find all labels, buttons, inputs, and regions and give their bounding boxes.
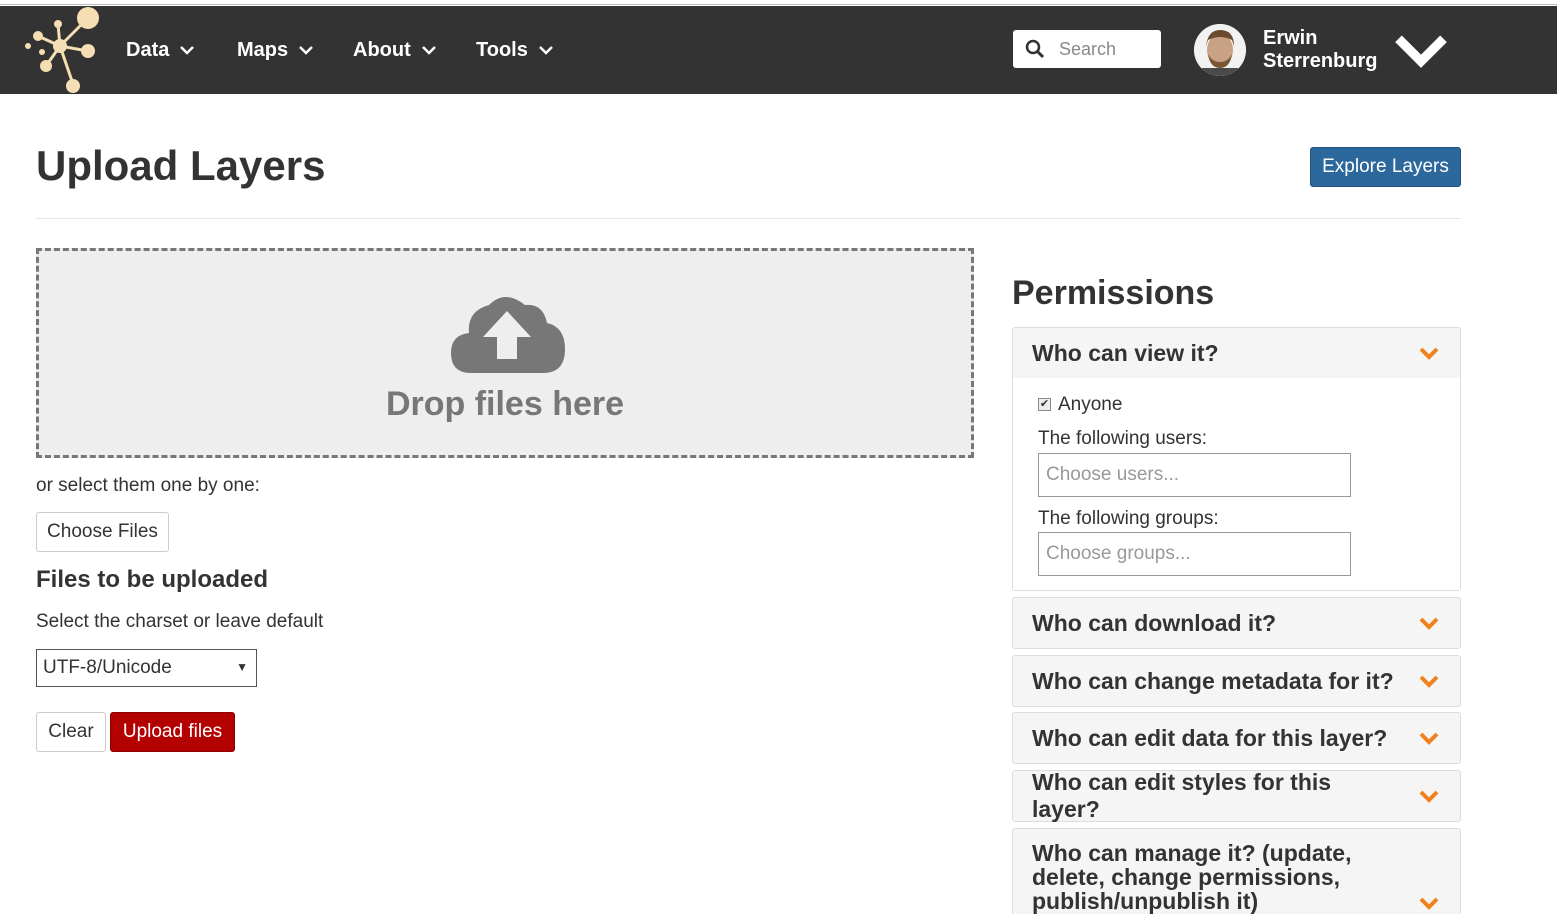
- explore-layers-button[interactable]: Explore Layers: [1310, 147, 1461, 187]
- search-input[interactable]: [1057, 37, 1157, 61]
- panel-heading-view[interactable]: Who can view it?: [1013, 328, 1460, 378]
- anyone-checkbox[interactable]: ✔: [1038, 398, 1051, 411]
- chevron-down-icon: [1395, 35, 1448, 68]
- permissions-title: Permissions: [1012, 274, 1215, 312]
- following-groups-label: The following groups:: [1038, 508, 1219, 529]
- nav-about-menu[interactable]: About: [353, 34, 437, 66]
- search-box: [1013, 30, 1161, 68]
- panel-title-download: Who can download it?: [1032, 609, 1277, 636]
- cloud-upload-icon: [451, 297, 565, 373]
- permission-panel-edit-styles: Who can edit styles for this layer?: [1012, 769, 1461, 822]
- select-one-by-one-hint: or select them one by one:: [36, 475, 260, 496]
- nav-maps-menu[interactable]: Maps: [237, 34, 314, 66]
- following-users-label: The following users:: [1038, 428, 1207, 449]
- nav-tools-menu[interactable]: Tools: [476, 34, 554, 66]
- header-divider: [36, 218, 1461, 219]
- user-menu[interactable]: Erwin Sterrenburg: [1263, 27, 1451, 72]
- chevron-down-icon: [1419, 617, 1439, 630]
- chevron-down-icon: [299, 46, 314, 55]
- search-icon: [1025, 39, 1045, 59]
- panel-title-edit-styles: Who can edit styles for this layer?: [1032, 769, 1332, 822]
- chevron-down-icon: [180, 46, 195, 55]
- site-logo[interactable]: [18, 6, 108, 94]
- user-name-label: Erwin Sterrenburg: [1263, 27, 1378, 72]
- panel-title-manage: Who can manage it? (update, delete, chan…: [1032, 840, 1352, 914]
- nav-maps-label: Maps: [237, 38, 289, 61]
- nav-about-label: About: [353, 38, 411, 61]
- chevron-down-icon: [1419, 347, 1439, 360]
- upload-files-button[interactable]: Upload files: [110, 712, 235, 752]
- nav-data-menu[interactable]: Data: [126, 34, 195, 66]
- navbar: Data Maps About Tools Erwin Sterrenburg: [0, 6, 1557, 94]
- nav-data-label: Data: [126, 38, 170, 61]
- chevron-down-icon: [1419, 675, 1439, 688]
- charset-selected-value: UTF-8/Unicode: [43, 657, 172, 678]
- permission-panel-manage: Who can manage it? (update, delete, chan…: [1012, 828, 1461, 914]
- clear-button[interactable]: Clear: [36, 712, 106, 752]
- panel-heading-download[interactable]: Who can download it?: [1013, 598, 1460, 648]
- panel-heading-edit-data[interactable]: Who can edit data for this layer?: [1013, 713, 1460, 763]
- panel-heading-metadata[interactable]: Who can change metadata for it?: [1013, 656, 1460, 706]
- panel-title-edit-data: Who can edit data for this layer?: [1032, 724, 1388, 751]
- choose-files-button[interactable]: Choose Files: [36, 512, 169, 552]
- charset-select[interactable]: UTF-8/Unicode ▼: [36, 649, 257, 687]
- panel-title-metadata: Who can change metadata for it?: [1032, 667, 1394, 694]
- chevron-down-icon: [538, 46, 553, 55]
- dropdown-arrow-icon: ▼: [236, 660, 248, 674]
- drop-files-text: Drop files here: [385, 385, 625, 423]
- charset-hint: Select the charset or leave default: [36, 611, 324, 632]
- user-avatar[interactable]: [1194, 24, 1246, 76]
- permission-panel-download: Who can download it?: [1012, 597, 1461, 649]
- chevron-down-icon: [1419, 732, 1439, 745]
- nav-tools-label: Tools: [476, 38, 528, 61]
- panel-heading-edit-styles[interactable]: Who can edit styles for this layer?: [1013, 769, 1460, 822]
- chevron-down-icon: [1419, 897, 1439, 910]
- permission-panel-view: Who can view it? ✔ Anyone The following …: [1012, 327, 1461, 591]
- top-border: [0, 0, 1557, 5]
- chevron-down-icon: [1419, 790, 1439, 803]
- choose-users-input[interactable]: [1038, 453, 1351, 497]
- permission-panel-edit-data: Who can edit data for this layer?: [1012, 712, 1461, 764]
- panel-title-view: Who can view it?: [1032, 339, 1219, 366]
- permission-panel-metadata: Who can change metadata for it?: [1012, 655, 1461, 707]
- choose-groups-input[interactable]: [1038, 532, 1351, 576]
- chevron-down-icon: [421, 46, 436, 55]
- file-dropzone[interactable]: Drop files here: [36, 248, 974, 458]
- files-to-upload-title: Files to be uploaded: [36, 566, 269, 593]
- page-title: Upload Layers: [36, 142, 326, 189]
- panel-body-view: ✔ Anyone The following users: The follow…: [1013, 378, 1460, 590]
- panel-heading-manage[interactable]: Who can manage it? (update, delete, chan…: [1013, 829, 1460, 915]
- anyone-label: Anyone: [1058, 394, 1123, 415]
